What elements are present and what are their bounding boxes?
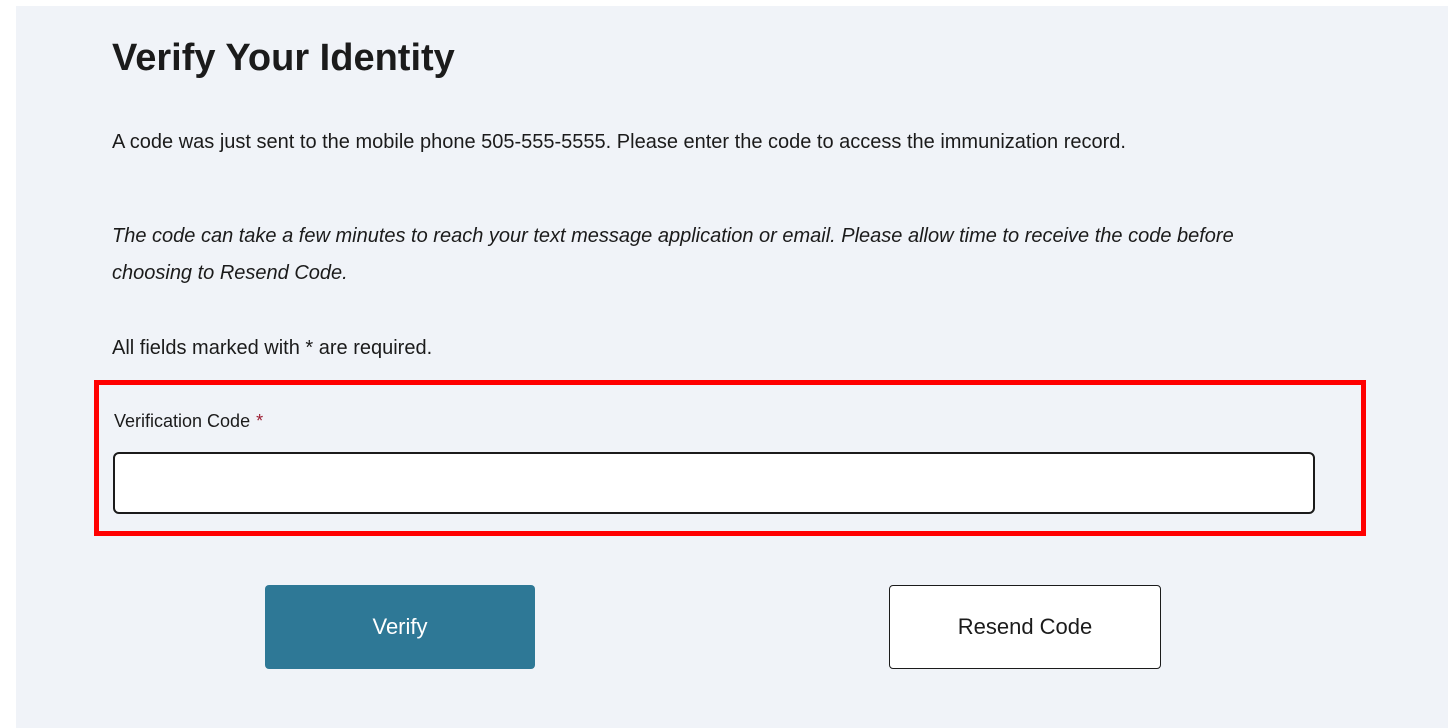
- page-title: Verify Your Identity: [112, 37, 455, 79]
- required-fields-note: All fields marked with * are required.: [112, 337, 433, 359]
- verification-code-input[interactable]: [113, 452, 1315, 514]
- resend-code-button[interactable]: Resend Code: [889, 585, 1161, 669]
- verify-button[interactable]: Verify: [265, 585, 535, 669]
- verification-code-label-text: Verification Code: [114, 411, 251, 431]
- code-sent-message: A code was just sent to the mobile phone…: [112, 131, 1126, 153]
- required-asterisk: *: [256, 411, 264, 431]
- delivery-time-note: The code can take a few minutes to reach…: [112, 225, 1234, 284]
- verification-code-label: Verification Code *: [114, 406, 263, 436]
- verification-panel: [16, 6, 1448, 728]
